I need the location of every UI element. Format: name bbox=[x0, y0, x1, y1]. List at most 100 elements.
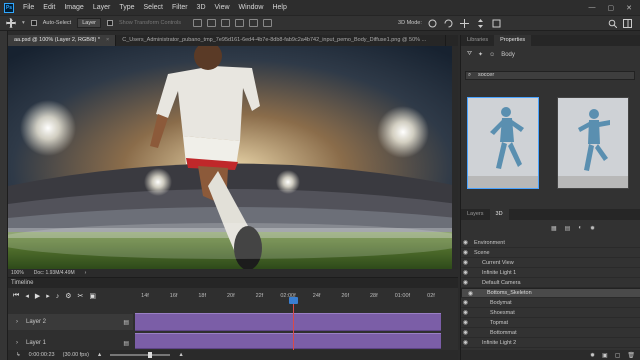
scale-icon[interactable] bbox=[492, 19, 501, 28]
visibility-eye-icon[interactable]: ◉ bbox=[461, 309, 470, 316]
visibility-eye-icon[interactable]: ◉ bbox=[461, 319, 470, 326]
pose-preview-thumbnail[interactable] bbox=[467, 97, 539, 189]
show-transform-checkbox[interactable] bbox=[106, 20, 113, 26]
menu-type[interactable]: Type bbox=[119, 4, 134, 11]
scene-item[interactable]: ◉ Topmat bbox=[461, 318, 640, 328]
body-icon[interactable]: ☺ bbox=[489, 52, 495, 58]
menu-edit[interactable]: Edit bbox=[43, 4, 55, 11]
timeline-ruler[interactable]: 14f 16f 18f 20f 22f 02:00f 24f 26f 28f 01:00f 02f bbox=[135, 290, 441, 303]
tab-3d[interactable]: 3D bbox=[489, 209, 509, 220]
scene-item[interactable]: ◉ Environment bbox=[461, 238, 640, 248]
tools-panel[interactable] bbox=[0, 31, 8, 360]
roll-icon[interactable] bbox=[444, 19, 453, 28]
filmstrip-icon[interactable]: ▤ bbox=[123, 319, 129, 326]
visibility-eye-icon[interactable]: ◉ bbox=[461, 249, 470, 256]
visibility-eye-icon[interactable]: ◉ bbox=[466, 290, 475, 297]
visibility-eye-icon[interactable]: ◉ bbox=[461, 329, 470, 336]
align-top-icon[interactable] bbox=[193, 19, 203, 27]
align-bottom-icon[interactable] bbox=[221, 19, 231, 27]
trash-icon[interactable]: 🗑 bbox=[627, 352, 635, 359]
visibility-eye-icon[interactable]: ◉ bbox=[461, 279, 470, 286]
visibility-eye-icon[interactable]: ◉ bbox=[461, 259, 470, 266]
dropdown-arrow-icon[interactable]: ▾ bbox=[22, 20, 25, 26]
align-vcenter-icon[interactable] bbox=[207, 19, 217, 27]
expand-arrow-icon[interactable]: › bbox=[16, 319, 18, 325]
search-input[interactable]: ⌕ soccer bbox=[465, 71, 635, 80]
figure-icon[interactable]: ✦ bbox=[478, 51, 483, 58]
filter-icon[interactable]: ⛛ bbox=[467, 51, 472, 58]
canvas-vertical-scrollbar[interactable] bbox=[452, 46, 458, 269]
render-video-icon[interactable]: ↳ bbox=[16, 352, 21, 358]
maximize-button[interactable]: ▢ bbox=[608, 4, 615, 12]
scene-item[interactable]: ◉ Bottommat bbox=[461, 328, 640, 338]
playhead-handle[interactable] bbox=[289, 297, 298, 304]
layer-1-clip[interactable] bbox=[135, 333, 441, 349]
zoom-level[interactable]: 100% bbox=[11, 270, 24, 276]
zoom-in-mountain-icon[interactable]: ▲ bbox=[178, 352, 183, 358]
visibility-eye-icon[interactable]: ◉ bbox=[461, 269, 470, 276]
visibility-eye-icon[interactable]: ◉ bbox=[461, 339, 470, 346]
minimize-button[interactable]: — bbox=[589, 4, 596, 12]
status-arrow-icon[interactable]: › bbox=[85, 270, 87, 276]
lights-icon[interactable]: ✹ bbox=[590, 225, 595, 232]
menu-3d[interactable]: 3D bbox=[197, 4, 206, 11]
split-at-playhead-icon[interactable]: ✂ bbox=[78, 292, 84, 300]
tab-libraries[interactable]: Libraries bbox=[461, 35, 494, 46]
visibility-eye-icon[interactable]: ◉ bbox=[461, 299, 470, 306]
menu-filter[interactable]: Filter bbox=[172, 4, 188, 11]
align-right-icon[interactable] bbox=[263, 19, 273, 27]
transition-icon[interactable]: ▣ bbox=[89, 292, 96, 300]
orbit-icon[interactable] bbox=[428, 19, 437, 28]
add-light-icon[interactable]: ✹ bbox=[590, 352, 595, 359]
menu-view[interactable]: View bbox=[215, 4, 230, 11]
whole-scene-icon[interactable]: ▦ bbox=[551, 225, 557, 232]
scene-item[interactable]: ◉ Default Camera bbox=[461, 278, 640, 288]
timeline-zoom-slider[interactable] bbox=[110, 352, 171, 358]
move-tool-icon[interactable] bbox=[6, 18, 16, 28]
tab-layers[interactable]: Layers bbox=[461, 209, 490, 220]
auto-select-checkbox[interactable] bbox=[30, 20, 37, 26]
timeline-layer-row[interactable]: › Layer 2 ▤ bbox=[8, 314, 133, 330]
zoom-out-mountain-icon[interactable]: ▲ bbox=[97, 352, 102, 358]
new-object-icon[interactable]: ▢ bbox=[615, 352, 621, 359]
play-icon[interactable]: ▶ bbox=[35, 292, 40, 300]
auto-select-target-select[interactable]: Layer bbox=[77, 18, 101, 28]
slide-icon[interactable] bbox=[476, 18, 485, 28]
current-time[interactable]: 0:00:00:23 bbox=[29, 352, 55, 358]
menu-window[interactable]: Window bbox=[239, 4, 264, 11]
menu-select[interactable]: Select bbox=[144, 4, 163, 11]
document-tab-aa[interactable]: aa.psd @ 100% (Layer 2, RGB/8) * × bbox=[8, 35, 117, 46]
render-icon[interactable]: ▣ bbox=[602, 352, 608, 359]
meshes-icon[interactable]: ▤ bbox=[565, 225, 571, 232]
scene-item[interactable]: ◉ Infinite Light 1 bbox=[461, 268, 640, 278]
document-canvas[interactable] bbox=[8, 46, 458, 269]
next-frame-icon[interactable]: ▸ bbox=[46, 292, 50, 300]
visibility-eye-icon[interactable]: ◉ bbox=[461, 239, 470, 246]
pan-icon[interactable] bbox=[459, 18, 469, 28]
search-icon[interactable] bbox=[608, 19, 617, 28]
menu-image[interactable]: Image bbox=[64, 4, 83, 11]
first-frame-icon[interactable]: ⏮ bbox=[13, 292, 19, 300]
tab-properties[interactable]: Properties bbox=[494, 35, 532, 46]
scene-item[interactable]: ◉ Shoesmat bbox=[461, 308, 640, 318]
workspace-icon[interactable] bbox=[623, 18, 632, 28]
scene-item[interactable]: ◉ Current View bbox=[461, 258, 640, 268]
align-hcenter-icon[interactable] bbox=[249, 19, 259, 27]
scene-item[interactable]: ◉ Bodymat bbox=[461, 298, 640, 308]
menu-help[interactable]: Help bbox=[272, 4, 286, 11]
scene-item-selected[interactable]: ◉ Bottoms_Skeleton bbox=[461, 288, 640, 298]
timeline-layer-row[interactable]: › Layer 1 ▤ bbox=[8, 336, 133, 350]
close-button[interactable]: ✕ bbox=[626, 4, 632, 12]
align-left-icon[interactable] bbox=[235, 19, 245, 27]
menu-layer[interactable]: Layer bbox=[93, 4, 111, 11]
scene-item[interactable]: ◉ Scene bbox=[461, 248, 640, 258]
document-tab-diffuse[interactable]: C_Users_Administrator_pubano_tmp_7e95d16… bbox=[116, 35, 447, 46]
pose-preview-thumbnail[interactable] bbox=[557, 97, 629, 189]
layer-2-clip[interactable] bbox=[135, 313, 441, 331]
scene-item[interactable]: ◉ Infinite Light 2 bbox=[461, 338, 640, 348]
materials-icon[interactable]: ◐ bbox=[578, 225, 582, 232]
menu-file[interactable]: File bbox=[23, 4, 34, 11]
settings-gear-icon[interactable]: ⚙ bbox=[65, 292, 71, 300]
expand-arrow-icon[interactable]: › bbox=[16, 340, 18, 346]
filmstrip-icon[interactable]: ▤ bbox=[123, 340, 129, 347]
